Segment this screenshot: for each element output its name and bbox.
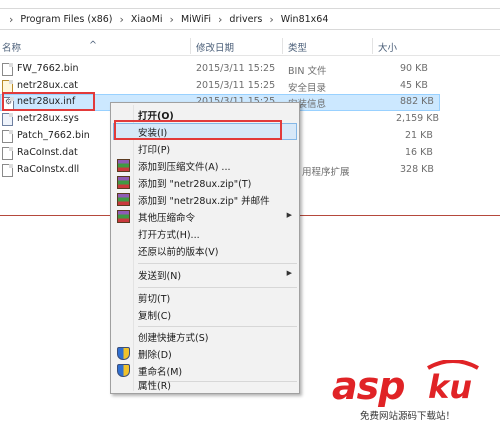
breadcrumb-item-xiaomi[interactable]: XiaoMi: [131, 14, 163, 25]
file-name: Patch_7662.bin: [17, 130, 90, 141]
file-date: 2015/3/11 15:25: [196, 63, 276, 74]
file-size: 16 KB: [405, 147, 433, 158]
menu-item-label: 还原以前的版本(V): [138, 247, 219, 258]
address-bar[interactable]: › Program Files (x86) › XiaoMi › MiWiFi …: [0, 8, 500, 30]
column-header-date[interactable]: 修改日期: [196, 40, 234, 54]
file-size: 2,159 KB: [396, 113, 439, 124]
breadcrumb-separator: ›: [169, 12, 174, 26]
breadcrumb-item-win81x64[interactable]: Win81x64: [281, 14, 329, 25]
submenu-arrow-icon: ▶: [286, 269, 292, 277]
menu-item-label: 属性(R): [138, 381, 172, 392]
system-file-icon: [2, 113, 13, 126]
highlight-box-install: [114, 120, 282, 140]
menu-separator: [138, 287, 297, 288]
menu-item-label: 复制(C): [138, 311, 172, 322]
file-size: 21 KB: [405, 130, 433, 141]
menu-item-add-to-zip[interactable]: 添加到 "netr28ux.zip"(T): [113, 174, 297, 191]
logo-ku-mark: ku: [427, 360, 479, 406]
sort-ascending-icon: ^: [89, 40, 97, 51]
file-name: netr28ux.sys: [17, 113, 79, 124]
file-name: RaCoInstx.dll: [17, 164, 80, 175]
menu-item-cut[interactable]: 剪切(T): [113, 289, 297, 306]
breadcrumb-separator: ›: [218, 12, 223, 26]
dll-file-icon: [2, 164, 13, 177]
menu-item-open-with[interactable]: 打开方式(H)...: [113, 225, 297, 242]
menu-item-label: 删除(D): [138, 350, 172, 361]
column-divider[interactable]: [282, 38, 283, 54]
watermark-logo: asp ku 免费网站源码下载站！: [328, 360, 500, 428]
menu-separator: [138, 263, 297, 264]
winrar-icon: [117, 159, 130, 172]
column-header-type[interactable]: 类型: [288, 40, 307, 54]
file-type: BIN 文件: [288, 66, 327, 77]
menu-item-print[interactable]: 打印(P): [113, 140, 297, 157]
breadcrumb-item-miwifi[interactable]: MiWiFi: [181, 14, 211, 25]
file-name: netr28ux.cat: [17, 80, 79, 91]
breadcrumb-item-program-files[interactable]: Program Files (x86): [20, 14, 112, 25]
menu-item-label: 添加到 "netr28ux.zip" 并邮件: [138, 196, 270, 207]
submenu-arrow-icon: ▶: [286, 211, 292, 219]
menu-item-properties[interactable]: 属性(R): [113, 376, 297, 392]
file-size: 45 KB: [400, 80, 428, 91]
file-size: 90 KB: [400, 63, 428, 74]
menu-separator: [138, 326, 297, 327]
winrar-icon: [117, 176, 130, 189]
menu-item-copy[interactable]: 复制(C): [113, 306, 297, 323]
file-name: RaCoInst.dat: [17, 147, 78, 158]
menu-item-delete[interactable]: 删除(D): [113, 345, 297, 362]
breadcrumb-separator: ›: [119, 12, 124, 26]
file-size: 882 KB: [400, 96, 434, 107]
column-header-name[interactable]: 名称: [2, 40, 21, 54]
file-type: 用程序扩展: [302, 167, 350, 178]
breadcrumb-separator: ›: [9, 12, 14, 26]
logo-text: asp: [332, 364, 405, 408]
menu-item-other-compress-commands[interactable]: 其他压缩命令 ▶: [113, 208, 297, 225]
logo-subtitle: 免费网站源码下载站！: [360, 408, 456, 422]
menu-item-label: 打开方式(H)...: [138, 230, 200, 241]
breadcrumb-separator: ›: [269, 12, 274, 26]
menu-item-label: 剪切(T): [138, 294, 171, 305]
column-divider[interactable]: [372, 38, 373, 54]
highlight-box-file: [2, 92, 95, 111]
winrar-icon: [117, 193, 130, 206]
logo-suffix: ku: [428, 368, 472, 406]
menu-item-add-to-zip-and-email[interactable]: 添加到 "netr28ux.zip" 并邮件: [113, 191, 297, 208]
menu-item-send-to[interactable]: 发送到(N) ▶: [113, 266, 297, 283]
menu-item-create-shortcut[interactable]: 创建快捷方式(S): [113, 328, 297, 345]
file-icon: [2, 130, 13, 143]
menu-item-label: 添加到压缩文件(A) ...: [138, 162, 231, 173]
menu-item-label: 其他压缩命令: [138, 213, 196, 224]
file-icon: [2, 147, 13, 160]
menu-item-label: 创建快捷方式(S): [138, 333, 209, 344]
breadcrumb-item-drivers[interactable]: drivers: [229, 14, 262, 25]
menu-item-label: 发送到(N): [138, 271, 182, 282]
file-name: FW_7662.bin: [17, 63, 79, 74]
file-row[interactable]: FW_7662.bin 2015/3/11 15:25 BIN 文件 90 KB: [0, 61, 440, 78]
file-icon: [2, 63, 13, 76]
menu-item-label: 添加到 "netr28ux.zip"(T): [138, 179, 252, 190]
file-size: 328 KB: [400, 164, 434, 175]
column-header-row: ^ 名称 修改日期 类型 大小: [0, 36, 500, 56]
menu-item-restore-previous-versions[interactable]: 还原以前的版本(V): [113, 242, 297, 259]
file-type: 安全目录: [288, 83, 327, 94]
column-divider[interactable]: [190, 38, 191, 54]
column-header-size[interactable]: 大小: [378, 40, 397, 54]
menu-item-add-to-archive[interactable]: 添加到压缩文件(A) ...: [113, 157, 297, 174]
shield-icon: [117, 347, 130, 360]
context-menu: 打开(O) 安装(I) 打印(P) 添加到压缩文件(A) ... 添加到 "ne…: [110, 102, 300, 394]
menu-item-label: 打印(P): [138, 145, 171, 156]
file-date: 2015/3/11 15:25: [196, 80, 276, 91]
winrar-icon: [117, 210, 130, 223]
